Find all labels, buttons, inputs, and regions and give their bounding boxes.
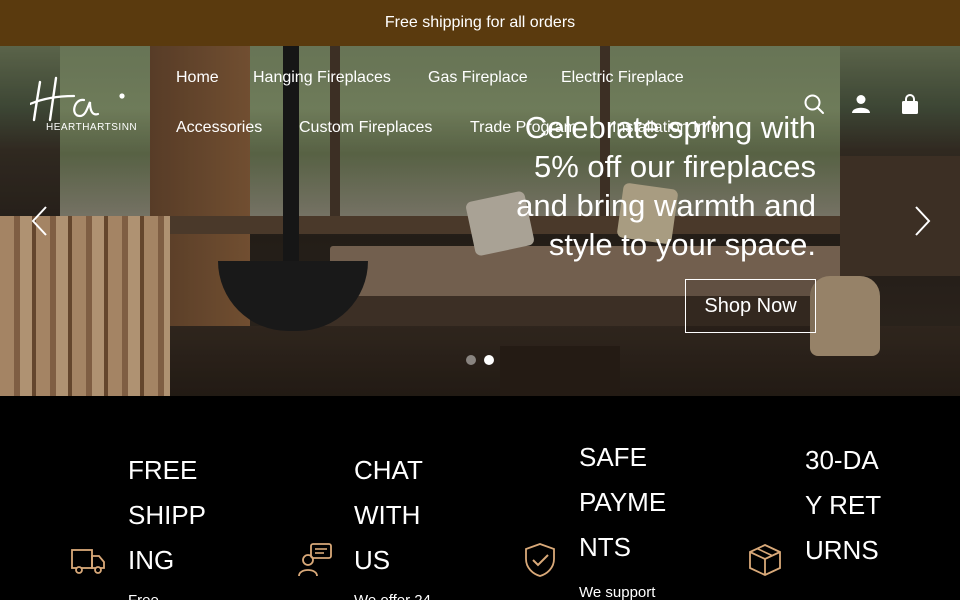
brand-name: HEARTHARTSINN [46, 122, 138, 133]
feature-desc-safe-payments: We support [579, 584, 656, 600]
nav-item-hanging-fireplaces[interactable]: Hanging Fireplaces [253, 69, 391, 87]
feature-title-safe-payments: SAFE PAYMENTS [579, 442, 667, 562]
nav-item-custom-fireplaces[interactable]: Custom Fireplaces [299, 119, 432, 137]
truck-icon [70, 542, 106, 578]
hero-headline: Celebrate spring with 5% off our firepla… [516, 110, 816, 262]
slider-next-arrow-icon[interactable] [910, 204, 934, 238]
slider-dot-2[interactable] [484, 355, 494, 365]
shield-check-icon [522, 542, 558, 578]
box-icon [747, 542, 783, 578]
nav-item-gas-fireplace[interactable]: Gas Fireplace [428, 69, 528, 87]
nav-item-home[interactable]: Home [176, 69, 219, 87]
shop-now-button[interactable]: Shop Now [685, 279, 816, 333]
nav-item-accessories[interactable]: Accessories [176, 119, 262, 137]
announcement-bar: Free shipping for all orders [0, 0, 960, 46]
feature-desc-free-shipping: Free [128, 592, 159, 600]
account-icon[interactable] [850, 93, 872, 115]
feature-desc-chat: We offer 24 [354, 592, 431, 600]
slider-prev-arrow-icon[interactable] [28, 204, 52, 238]
slider-dot-1[interactable] [466, 355, 476, 365]
cart-icon[interactable] [899, 93, 921, 115]
brand-logo[interactable]: HEARTHARTSINN [30, 74, 142, 134]
nav-item-electric-fireplace[interactable]: Electric Fireplace [561, 69, 684, 87]
feature-title-free-shipping: FREE SHIPPING [128, 455, 207, 575]
announcement-text: Free shipping for all orders [384, 14, 576, 31]
feature-title-returns: 30-DAY RETURNS [805, 445, 882, 565]
chat-support-icon [297, 542, 333, 578]
feature-title-chat: CHAT WITH US [354, 455, 423, 575]
monogram-mark [30, 76, 125, 122]
slider-pagination [466, 355, 494, 365]
features-bar: FREE SHIPPING Free CHAT WITH US We offer… [0, 396, 960, 600]
